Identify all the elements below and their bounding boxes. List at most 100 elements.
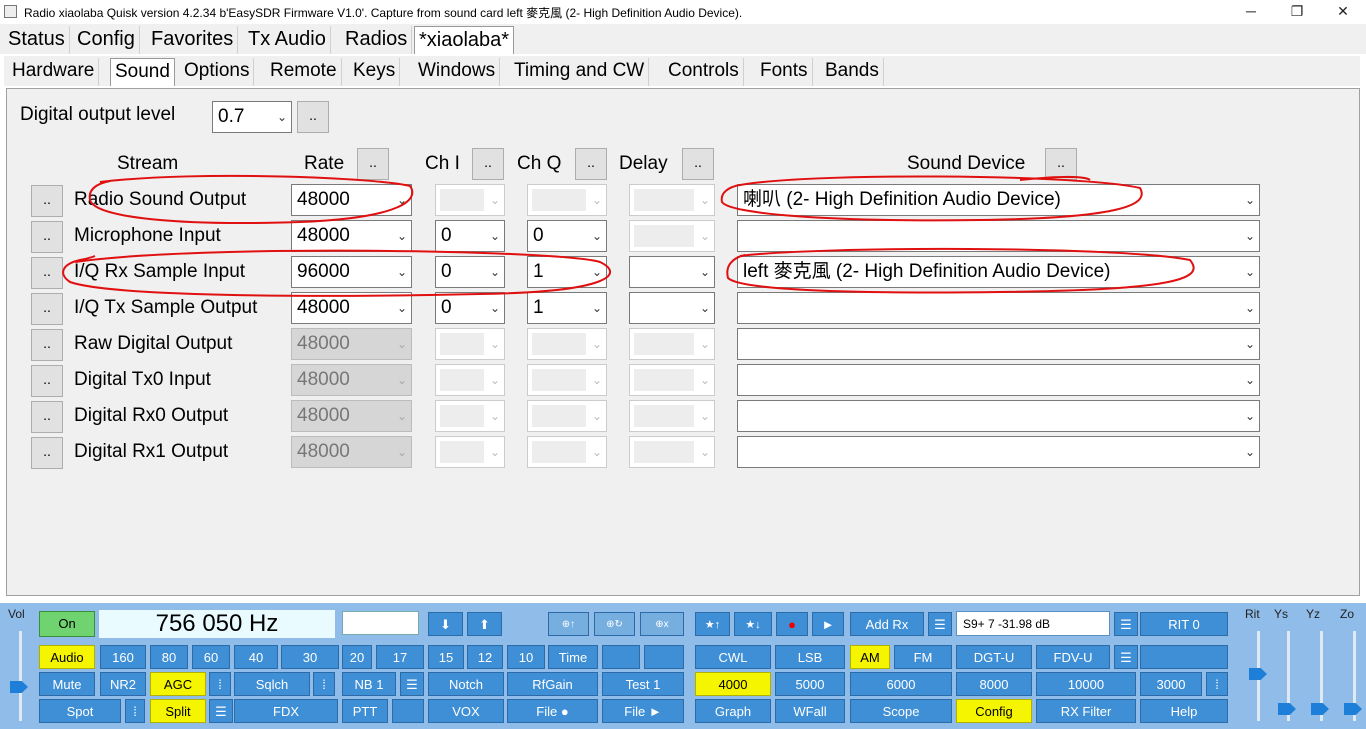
smeter-menu-icon[interactable]: ☰ [1114, 612, 1138, 636]
filter-4000-button[interactable]: 4000 [695, 672, 771, 696]
mode-lsb-button[interactable]: LSB [775, 645, 845, 669]
mode-fdvu-button[interactable]: FDV-U [1036, 645, 1110, 669]
audio-button[interactable]: Audio [39, 645, 95, 669]
tab-xiaolaba[interactable]: *xiaolaba* [414, 26, 515, 54]
tab-sound[interactable]: Sound [110, 58, 175, 86]
mode-cwl-button[interactable]: CWL [695, 645, 771, 669]
graph-button[interactable]: Graph [695, 699, 771, 723]
device-select[interactable]: ⌄ [737, 292, 1260, 324]
close-button[interactable]: ✕ [1320, 0, 1366, 24]
delay-select[interactable]: ⌄ [629, 364, 715, 396]
device-select[interactable]: left 麥克風 (2- High Definition Audio Devic… [737, 256, 1260, 288]
mute-button[interactable]: Mute [39, 672, 95, 696]
delay-select[interactable]: ⌄ [629, 400, 715, 432]
digital-output-select[interactable]: 0.7 ⌄ [212, 101, 292, 133]
mode-am-button[interactable]: AM [850, 645, 890, 669]
rit-button[interactable]: RIT 0 [1140, 612, 1228, 636]
help-button[interactable]: Help [1140, 699, 1228, 723]
band-12-button[interactable]: 12 [467, 645, 503, 669]
yz-knob[interactable] [1311, 703, 1329, 715]
chi-select[interactable]: ⌄ [435, 400, 505, 432]
filter-6000-button[interactable]: 6000 [850, 672, 952, 696]
delay-select[interactable]: ⌄ [629, 220, 715, 252]
filter-10000-button[interactable]: 10000 [1036, 672, 1136, 696]
rate-select[interactable]: 96000 ⌄ [291, 256, 412, 288]
rate-select[interactable]: 48000 ⌄ [291, 328, 412, 360]
test1-button[interactable]: Test 1 [602, 672, 684, 696]
row-help-button[interactable]: .. [31, 365, 63, 397]
sqlch-slider-icon[interactable]: ⁞ [313, 672, 335, 696]
arrow-down-button[interactable]: ⬇ [428, 612, 463, 636]
fdx-button[interactable]: FDX [234, 699, 338, 723]
band-40-button[interactable]: 40 [234, 645, 278, 669]
chq-select[interactable]: ⌄ [527, 364, 607, 396]
chi-select[interactable]: ⌄ [435, 184, 505, 216]
vox-button[interactable]: VOX [428, 699, 504, 723]
band-20-button[interactable]: 20 [342, 645, 372, 669]
tab-bands[interactable]: Bands [821, 58, 884, 86]
row-help-button[interactable]: .. [31, 257, 63, 289]
row-help-button[interactable]: .. [31, 401, 63, 433]
chi-select[interactable]: 0 ⌄ [435, 256, 505, 288]
waterfall-button[interactable]: WFall [775, 699, 845, 723]
chi-help-button[interactable]: .. [472, 148, 504, 180]
favorite-up-button[interactable]: ★↑ [695, 612, 730, 636]
chq-select[interactable]: ⌄ [527, 184, 607, 216]
on-button[interactable]: On [39, 611, 95, 637]
nr2-button[interactable]: NR2 [100, 672, 146, 696]
rate-select[interactable]: 48000 ⌄ [291, 184, 412, 216]
agc-button[interactable]: AGC [150, 672, 206, 696]
tab-status[interactable]: Status [4, 26, 70, 54]
split-button[interactable]: Split [150, 699, 206, 723]
chq-select[interactable]: ⌄ [527, 436, 607, 468]
device-select[interactable]: ⌄ [737, 436, 1260, 468]
mode-menu-icon[interactable]: ☰ [1114, 645, 1138, 669]
record-button[interactable]: ● [776, 612, 808, 636]
chi-select[interactable]: 0 ⌄ [435, 220, 505, 252]
delay-select[interactable]: ⌄ [629, 256, 715, 288]
rx-filter-button[interactable]: RX Filter [1036, 699, 1136, 723]
delay-help-button[interactable]: .. [682, 148, 714, 180]
filter-3000-button[interactable]: 3000 [1140, 672, 1202, 696]
delay-select[interactable]: ⌄ [629, 436, 715, 468]
empty-button[interactable] [644, 645, 684, 669]
row-help-button[interactable]: .. [31, 329, 63, 361]
row-help-button[interactable]: .. [31, 437, 63, 469]
tab-options[interactable]: Options [180, 58, 255, 86]
chq-select[interactable]: ⌄ [527, 400, 607, 432]
rate-select[interactable]: 48000 ⌄ [291, 292, 412, 324]
filter-5000-button[interactable]: 5000 [775, 672, 845, 696]
device-help-button[interactable]: .. [1045, 148, 1077, 180]
chq-select[interactable]: 1 ⌄ [527, 292, 607, 324]
nb-button[interactable]: NB 1 [342, 672, 396, 696]
chq-select[interactable]: 1 ⌄ [527, 256, 607, 288]
delay-select[interactable]: ⌄ [629, 292, 715, 324]
device-select[interactable]: ⌄ [737, 220, 1260, 252]
rate-help-button[interactable]: .. [357, 148, 389, 180]
ptt-button[interactable]: PTT [342, 699, 388, 723]
device-select[interactable]: 喇叭 (2- High Definition Audio Device) ⌄ [737, 184, 1260, 216]
band-80-button[interactable]: 80 [150, 645, 188, 669]
row-help-button[interactable]: .. [31, 221, 63, 253]
arrow-up-button[interactable]: ⬆ [467, 612, 502, 636]
tab-keys[interactable]: Keys [349, 58, 401, 86]
row-help-button[interactable]: .. [31, 185, 63, 217]
agc-slider-icon[interactable]: ⁞ [209, 672, 231, 696]
play-button[interactable]: ► [812, 612, 844, 636]
rate-select[interactable]: 48000 ⌄ [291, 220, 412, 252]
tab-config[interactable]: Config [73, 26, 140, 54]
list-icon[interactable]: ☰ [928, 612, 952, 636]
tab-tx-audio[interactable]: Tx Audio [244, 26, 331, 54]
time-button[interactable]: Time [548, 645, 598, 669]
config-button[interactable]: Config [956, 699, 1032, 723]
chi-select[interactable]: ⌄ [435, 328, 505, 360]
device-select[interactable]: ⌄ [737, 400, 1260, 432]
device-select[interactable]: ⌄ [737, 364, 1260, 396]
mem-up-button[interactable]: ⊕↑ [548, 612, 589, 636]
zo-knob[interactable] [1344, 703, 1362, 715]
band-160-button[interactable]: 160 [100, 645, 146, 669]
rate-select[interactable]: 48000 ⌄ [291, 436, 412, 468]
empty-button[interactable] [1140, 645, 1228, 669]
notch-button[interactable]: Notch [428, 672, 504, 696]
volume-slider[interactable] [19, 631, 22, 721]
